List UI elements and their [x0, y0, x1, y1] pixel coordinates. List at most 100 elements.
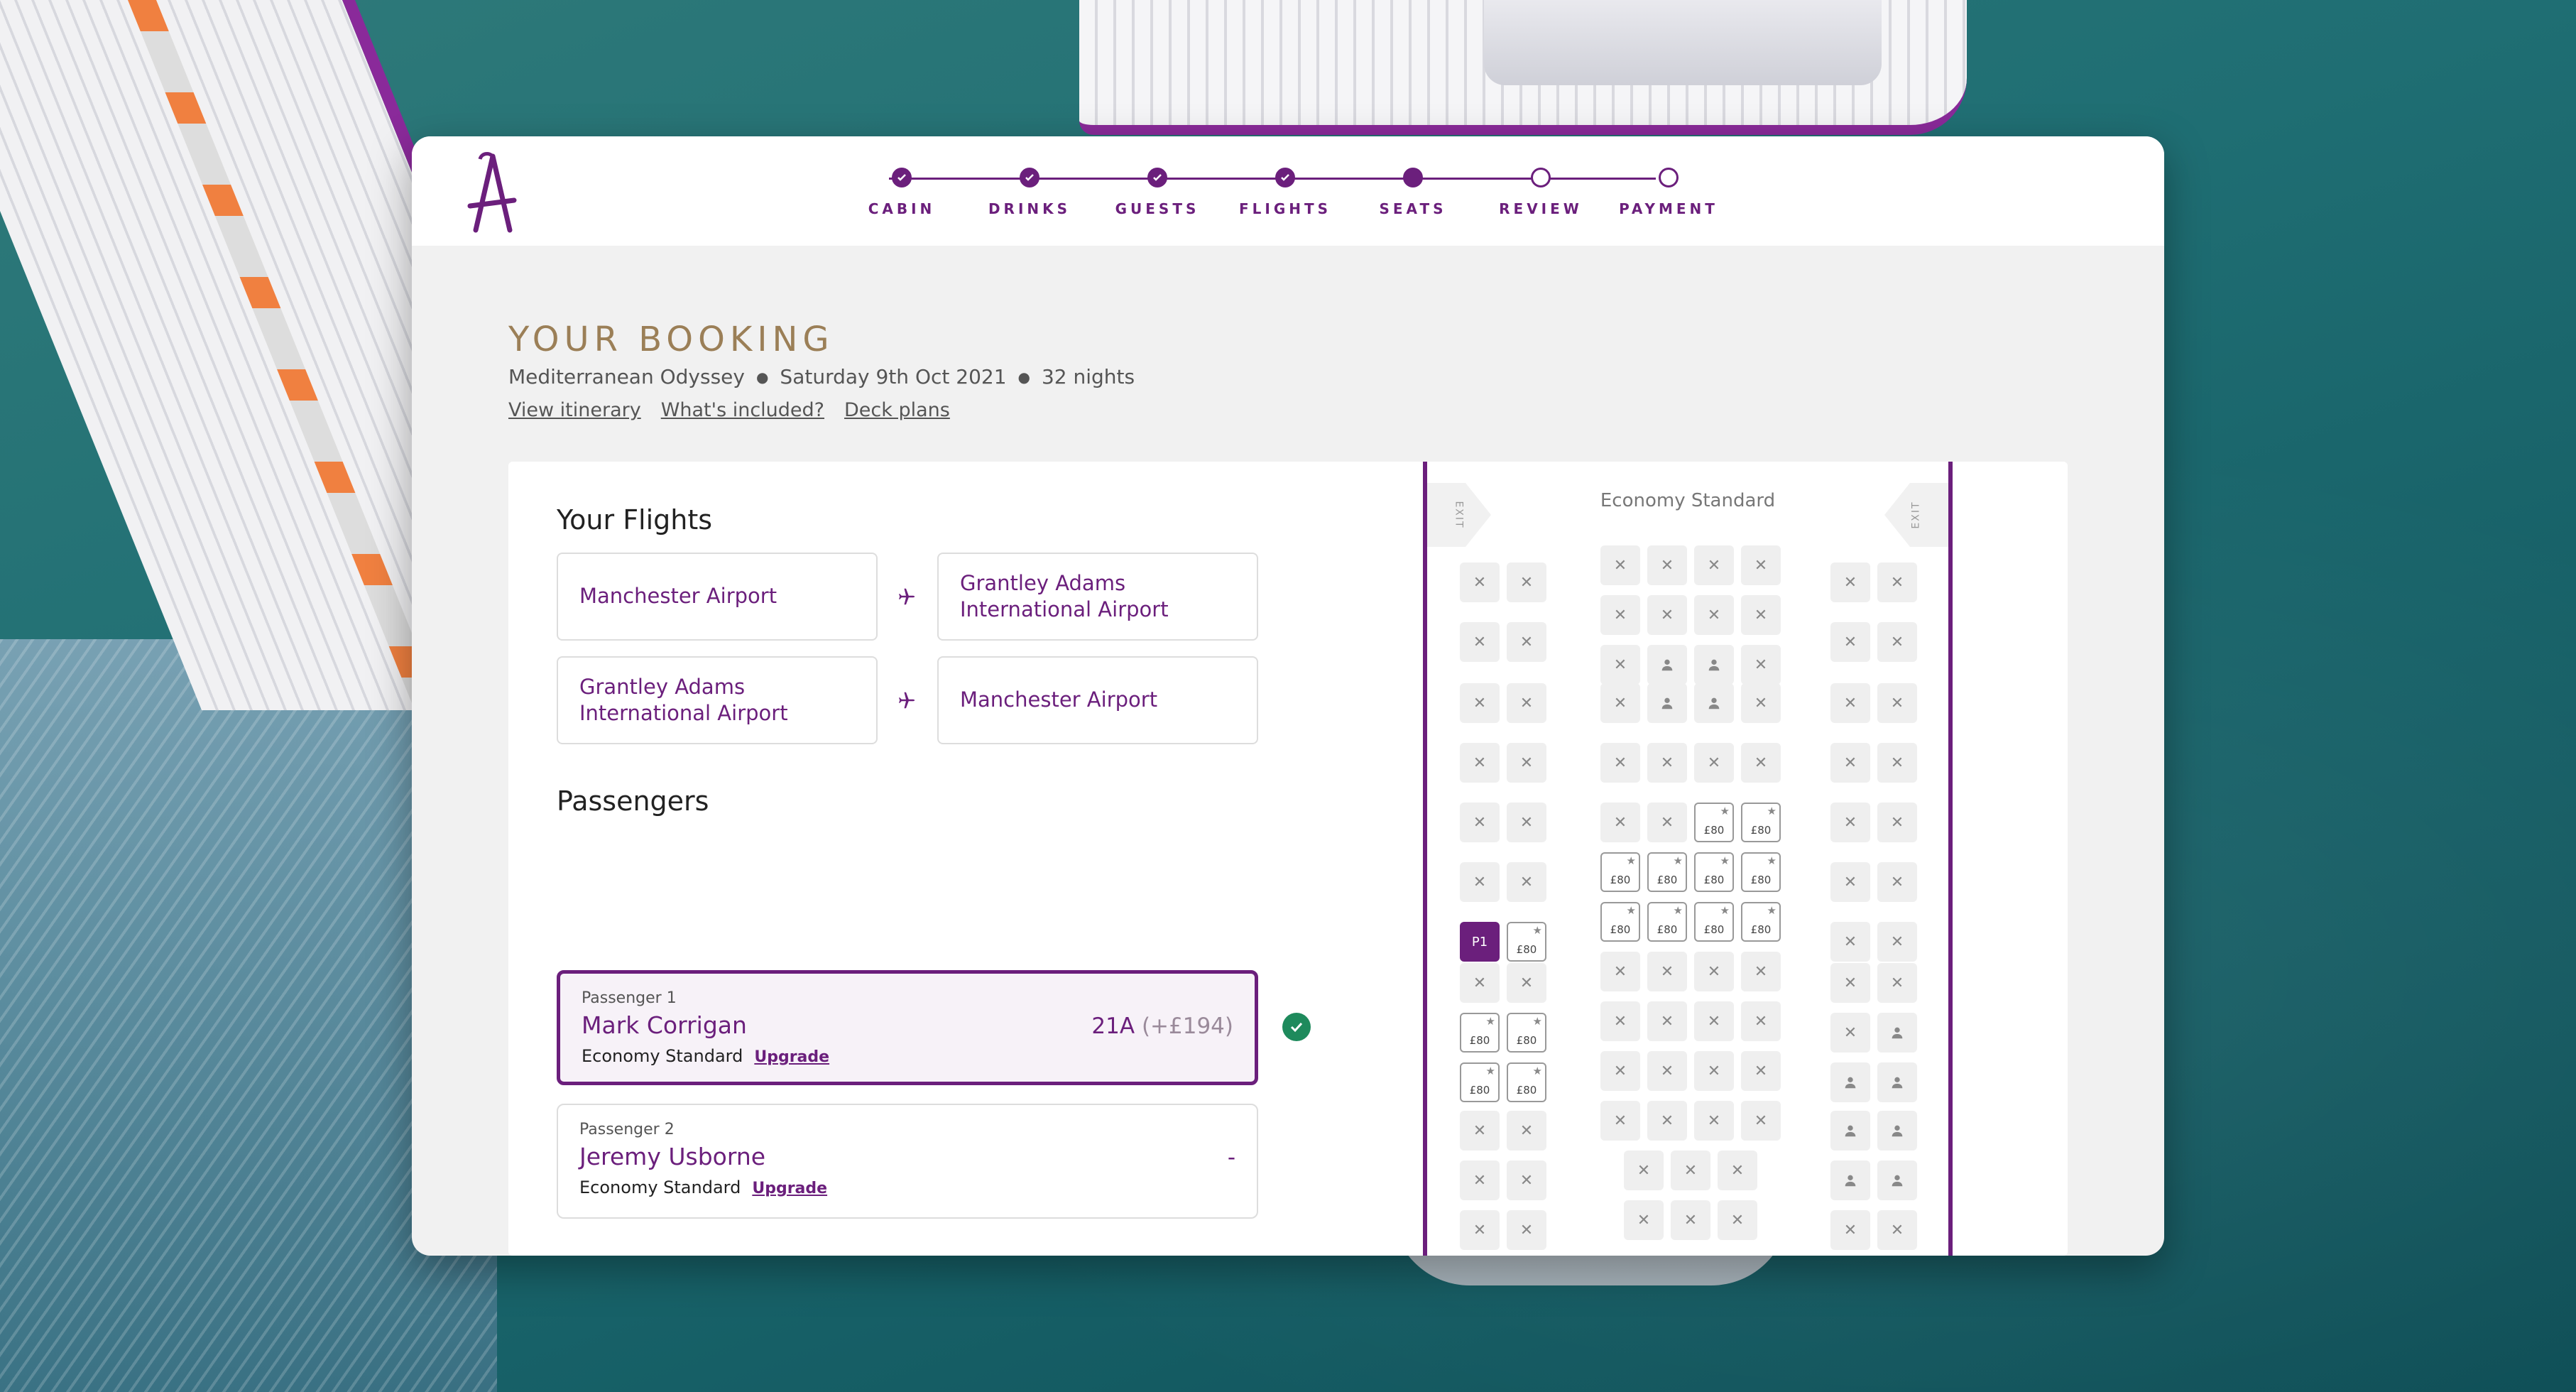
- close-icon: ✕: [1877, 862, 1917, 902]
- close-icon: ✕: [1600, 683, 1640, 723]
- close-icon: ✕: [1877, 803, 1917, 842]
- step-payment[interactable]: PAYMENT: [1605, 166, 1732, 217]
- step-check-icon: [892, 168, 912, 187]
- close-icon: ✕: [1830, 803, 1870, 842]
- step-label: GUESTS: [1115, 200, 1200, 217]
- step-guests[interactable]: GUESTS: [1093, 166, 1221, 217]
- flight-2-origin: Grantley Adams International Airport: [557, 656, 878, 744]
- flight-2-destination: Manchester Airport: [937, 656, 1258, 744]
- whats-included-link[interactable]: What's included?: [661, 399, 824, 421]
- close-icon: ✕: [1877, 622, 1917, 662]
- seat-available[interactable]: £80: [1507, 922, 1546, 962]
- upgrade-link[interactable]: Upgrade: [752, 1180, 827, 1197]
- close-icon: ✕: [1694, 1101, 1734, 1141]
- close-icon: ✕: [1600, 595, 1640, 635]
- seat-available[interactable]: £80: [1694, 902, 1734, 942]
- close-icon: ✕: [1647, 952, 1687, 991]
- close-icon: ✕: [1460, 862, 1500, 902]
- upgrade-link[interactable]: Upgrade: [754, 1048, 829, 1066]
- check-icon: [1282, 1013, 1311, 1041]
- person-icon: [1830, 1160, 1870, 1200]
- step-drinks[interactable]: DRINKS: [966, 166, 1093, 217]
- seat-available[interactable]: £80: [1694, 803, 1734, 842]
- close-icon: ✕: [1600, 545, 1640, 585]
- passenger-card-2[interactable]: Passenger 2 Jeremy Usborne Economy Stand…: [557, 1104, 1258, 1219]
- close-icon: ✕: [1647, 1101, 1687, 1141]
- person-icon: [1877, 1160, 1917, 1200]
- seat-available[interactable]: £80: [1694, 852, 1734, 892]
- plane-icon: [899, 588, 915, 605]
- passenger-card-1[interactable]: Passenger 1 Mark Corrigan Economy Standa…: [557, 970, 1258, 1085]
- seat-available[interactable]: £80: [1507, 1062, 1546, 1102]
- close-icon: ✕: [1600, 803, 1640, 842]
- close-icon: ✕: [1830, 622, 1870, 662]
- seat-available[interactable]: £80: [1741, 902, 1781, 942]
- view-itinerary-link[interactable]: View itinerary: [508, 399, 641, 421]
- close-icon: ✕: [1830, 963, 1870, 1003]
- cabin-class-label: Economy Standard: [1600, 490, 1776, 511]
- close-icon: ✕: [1647, 545, 1687, 585]
- seat-available[interactable]: £80: [1647, 902, 1687, 942]
- close-icon: ✕: [1830, 862, 1870, 902]
- close-icon: ✕: [1460, 963, 1500, 1003]
- step-label: PAYMENT: [1619, 200, 1718, 217]
- close-icon: ✕: [1741, 545, 1781, 585]
- person-icon: [1647, 683, 1687, 723]
- close-icon: ✕: [1507, 622, 1546, 662]
- seat-available[interactable]: £80: [1460, 1062, 1500, 1102]
- passenger-seat: -: [1228, 1145, 1235, 1170]
- step-flights[interactable]: FLIGHTS: [1221, 166, 1349, 217]
- seat-available[interactable]: £80: [1507, 1013, 1546, 1053]
- step-check-icon: [1020, 168, 1039, 187]
- class-label: Economy Standard: [582, 1046, 743, 1066]
- class-label: Economy Standard: [579, 1178, 741, 1197]
- seat-price: (+£194): [1141, 1013, 1233, 1039]
- step-cabin[interactable]: CABIN: [838, 166, 966, 217]
- close-icon: ✕: [1718, 1200, 1757, 1240]
- step-label: DRINKS: [988, 200, 1071, 217]
- seat-available[interactable]: £80: [1600, 902, 1640, 942]
- person-icon: [1694, 645, 1734, 685]
- flight-1-destination: Grantley Adams International Airport: [937, 553, 1258, 641]
- close-icon: ✕: [1830, 1013, 1870, 1053]
- passenger-seat: 21A (+£194): [1091, 1013, 1233, 1039]
- close-icon: ✕: [1460, 1160, 1500, 1200]
- close-icon: ✕: [1671, 1151, 1710, 1190]
- person-icon: [1647, 645, 1687, 685]
- close-icon: ✕: [1624, 1200, 1664, 1240]
- seat-available[interactable]: £80: [1741, 803, 1781, 842]
- step-seats[interactable]: SEATS: [1349, 166, 1477, 217]
- seat-selected[interactable]: P1: [1460, 922, 1500, 962]
- close-icon: ✕: [1647, 803, 1687, 842]
- person-icon: [1877, 1111, 1917, 1151]
- brand-logo-icon[interactable]: [449, 151, 534, 236]
- close-icon: ✕: [1647, 1001, 1687, 1041]
- step-label: REVIEW: [1499, 200, 1583, 217]
- close-icon: ✕: [1830, 922, 1870, 962]
- close-icon: ✕: [1507, 1111, 1546, 1151]
- close-icon: ✕: [1507, 862, 1546, 902]
- seat-available[interactable]: £80: [1647, 852, 1687, 892]
- step-dot-icon: [1659, 168, 1679, 187]
- close-icon: ✕: [1877, 743, 1917, 783]
- close-icon: ✕: [1877, 683, 1917, 723]
- seat-available[interactable]: £80: [1741, 852, 1781, 892]
- separator-dot: ●: [1017, 368, 1030, 386]
- close-icon: ✕: [1830, 743, 1870, 783]
- booking-card: CABIN DRINKS GUESTS FLIGHTS SEATS REVIEW PAYME…: [412, 136, 2164, 1256]
- seat-available[interactable]: £80: [1460, 1013, 1500, 1053]
- seat-code: -: [1227, 1145, 1235, 1170]
- close-icon: ✕: [1741, 1051, 1781, 1091]
- cruise-date: Saturday 9th Oct 2021: [780, 365, 1007, 388]
- step-review[interactable]: REVIEW: [1477, 166, 1605, 217]
- deck-plans-link[interactable]: Deck plans: [844, 399, 950, 421]
- flight-1-origin: Manchester Airport: [557, 553, 878, 641]
- seat-available[interactable]: £80: [1600, 852, 1640, 892]
- plane-icon: [899, 692, 915, 709]
- booking-title: YOUR BOOKING: [508, 320, 834, 359]
- close-icon: ✕: [1830, 562, 1870, 602]
- passengers-heading: Passengers: [557, 785, 709, 817]
- booking-panel: Your Flights Manchester Airport Grantley…: [508, 462, 2068, 1256]
- close-icon: ✕: [1600, 1051, 1640, 1091]
- close-icon: ✕: [1460, 683, 1500, 723]
